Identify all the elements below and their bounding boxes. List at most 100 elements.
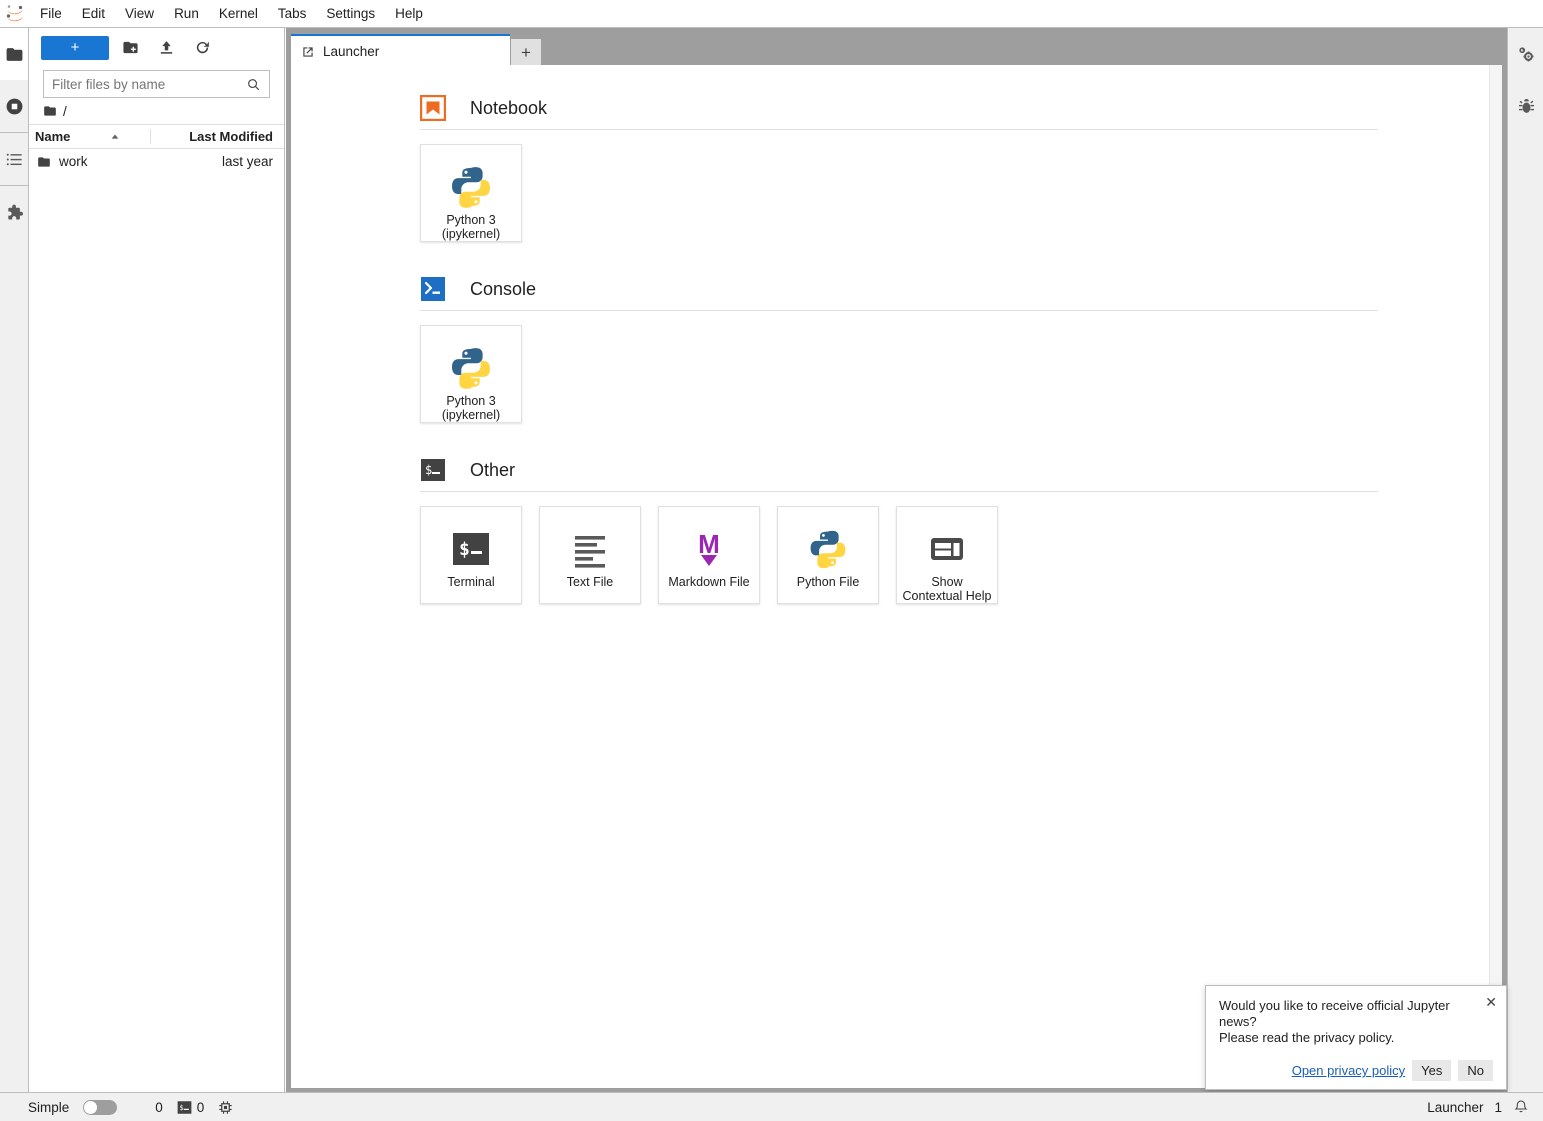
open-privacy-policy-link[interactable]: Open privacy policy	[1292, 1063, 1405, 1078]
card-console-python3[interactable]: Python 3 (ipykernel)	[420, 325, 522, 423]
notification-message: Would you like to receive official Jupyt…	[1219, 998, 1493, 1046]
terminal-status[interactable]: $ 0	[177, 1100, 205, 1115]
right-activity-bar	[1507, 28, 1543, 1092]
simple-mode-toggle[interactable]	[83, 1100, 117, 1115]
puzzle-icon	[5, 203, 24, 222]
contextual-help-icon	[925, 523, 969, 575]
menu-kernel[interactable]: Kernel	[209, 0, 268, 28]
card-label-line1: Python File	[797, 575, 860, 589]
list-icon	[5, 150, 24, 169]
sidebar-item-extension-manager[interactable]	[0, 186, 28, 238]
notification-actions: Open privacy policy Yes No	[1219, 1060, 1493, 1081]
search-icon	[246, 77, 261, 92]
menu-bar: File Edit View Run Kernel Tabs Settings …	[0, 0, 1543, 28]
menu-run[interactable]: Run	[164, 0, 209, 28]
console-icon	[420, 276, 446, 302]
notification-bell-button[interactable]	[1513, 1099, 1529, 1115]
bug-icon	[1517, 97, 1536, 116]
sidebar-item-running-sessions[interactable]	[0, 80, 28, 132]
card-row-notebook: Python 3 (ipykernel)	[420, 144, 1502, 242]
launcher-panel: Notebook Python 3 (ipykernel)	[291, 65, 1502, 1088]
python-logo-icon	[806, 523, 850, 575]
jupyter-logo-icon	[0, 0, 30, 28]
menu-settings[interactable]: Settings	[316, 0, 385, 28]
section-title-notebook: Notebook	[470, 98, 547, 119]
card-text-file[interactable]: Text File	[539, 506, 641, 604]
menu-help[interactable]: Help	[385, 0, 433, 28]
sidebar-item-debugger[interactable]	[1508, 80, 1543, 132]
menu-tabs[interactable]: Tabs	[268, 0, 317, 28]
launcher-scrollbar[interactable]	[1489, 65, 1502, 1088]
card-terminal[interactable]: $ Terminal	[420, 506, 522, 604]
card-show-contextual-help[interactable]: Show Contextual Help	[896, 506, 998, 604]
text-file-icon	[568, 523, 612, 575]
card-label-line1: Text File	[567, 575, 614, 589]
sidebar-item-property-inspector[interactable]	[1508, 28, 1543, 80]
simple-mode-label: Simple	[28, 1100, 69, 1115]
menu-view[interactable]: View	[115, 0, 164, 28]
svg-text:$: $	[179, 1104, 183, 1112]
file-browser-panel: + /	[29, 28, 285, 1092]
card-notebook-python3[interactable]: Python 3 (ipykernel)	[420, 144, 522, 242]
markdown-icon: M	[687, 523, 731, 575]
new-folder-icon	[122, 39, 139, 56]
list-item[interactable]: work last year	[29, 149, 284, 174]
folder-icon	[5, 45, 24, 64]
bell-icon	[1513, 1099, 1529, 1115]
column-header-name[interactable]: Name	[29, 129, 150, 144]
card-label-line2: (ipykernel)	[442, 408, 500, 422]
python-logo-icon	[447, 161, 495, 213]
svg-text:M: M	[698, 529, 720, 559]
upload-icon	[158, 39, 175, 56]
breadcrumb[interactable]: /	[29, 98, 284, 124]
active-tab-label: Launcher	[1427, 1100, 1483, 1115]
launcher-icon	[301, 45, 315, 59]
search-input[interactable]	[52, 77, 246, 92]
sidebar-item-file-browser[interactable]	[0, 28, 28, 80]
upload-button[interactable]	[151, 35, 181, 61]
stop-circle-icon	[5, 97, 24, 116]
no-button[interactable]: No	[1458, 1060, 1493, 1081]
card-label: Python 3 (ipykernel)	[439, 394, 503, 422]
close-icon[interactable]: ✕	[1485, 995, 1497, 1009]
breadcrumb-path: /	[63, 104, 67, 119]
terminal-icon: $	[420, 457, 446, 483]
yes-button[interactable]: Yes	[1412, 1060, 1451, 1081]
card-label: Markdown File	[665, 575, 752, 589]
filter-files-field[interactable]	[43, 70, 270, 98]
sidebar-item-table-of-contents[interactable]	[0, 133, 28, 185]
section-header-notebook: Notebook	[420, 95, 1378, 130]
tab-launcher[interactable]: Launcher	[291, 34, 510, 67]
refresh-button[interactable]	[187, 35, 217, 61]
section-title-other: Other	[470, 460, 515, 481]
menu-edit[interactable]: Edit	[72, 0, 115, 28]
svg-text:$: $	[425, 463, 432, 477]
new-launcher-button[interactable]: +	[41, 36, 109, 60]
add-tab-button[interactable]: +	[511, 39, 541, 67]
sort-ascending-icon	[110, 132, 120, 142]
column-header-last-modified[interactable]: Last Modified	[150, 129, 284, 144]
card-row-console: Python 3 (ipykernel)	[420, 325, 1502, 423]
left-activity-bar	[0, 28, 29, 1092]
card-label-line1: Terminal	[447, 575, 494, 589]
section-title-console: Console	[470, 279, 536, 300]
menu-file[interactable]: File	[30, 0, 72, 28]
card-python-file[interactable]: Python File	[777, 506, 879, 604]
card-markdown-file[interactable]: M Markdown File	[658, 506, 760, 604]
terminal-count: 0	[197, 1100, 205, 1115]
card-label-line1: Python 3	[442, 213, 500, 227]
file-row-name: work	[29, 154, 150, 169]
resource-usage-status[interactable]	[218, 1100, 233, 1115]
main-dock-area: Launcher + Notebook	[286, 28, 1507, 1092]
folder-icon	[37, 155, 51, 169]
notification-toast: ✕ Would you like to receive official Jup…	[1205, 985, 1507, 1090]
svg-text:$: $	[459, 539, 470, 560]
card-label: Show Contextual Help	[900, 575, 995, 603]
tab-bar: Launcher +	[291, 31, 1507, 67]
new-folder-button[interactable]	[115, 35, 145, 61]
card-label-line2: Contextual Help	[903, 589, 992, 603]
tab-label: Launcher	[323, 44, 379, 59]
card-row-other: $ Terminal	[420, 506, 1502, 604]
folder-icon	[43, 104, 57, 118]
python-logo-icon	[447, 342, 495, 394]
